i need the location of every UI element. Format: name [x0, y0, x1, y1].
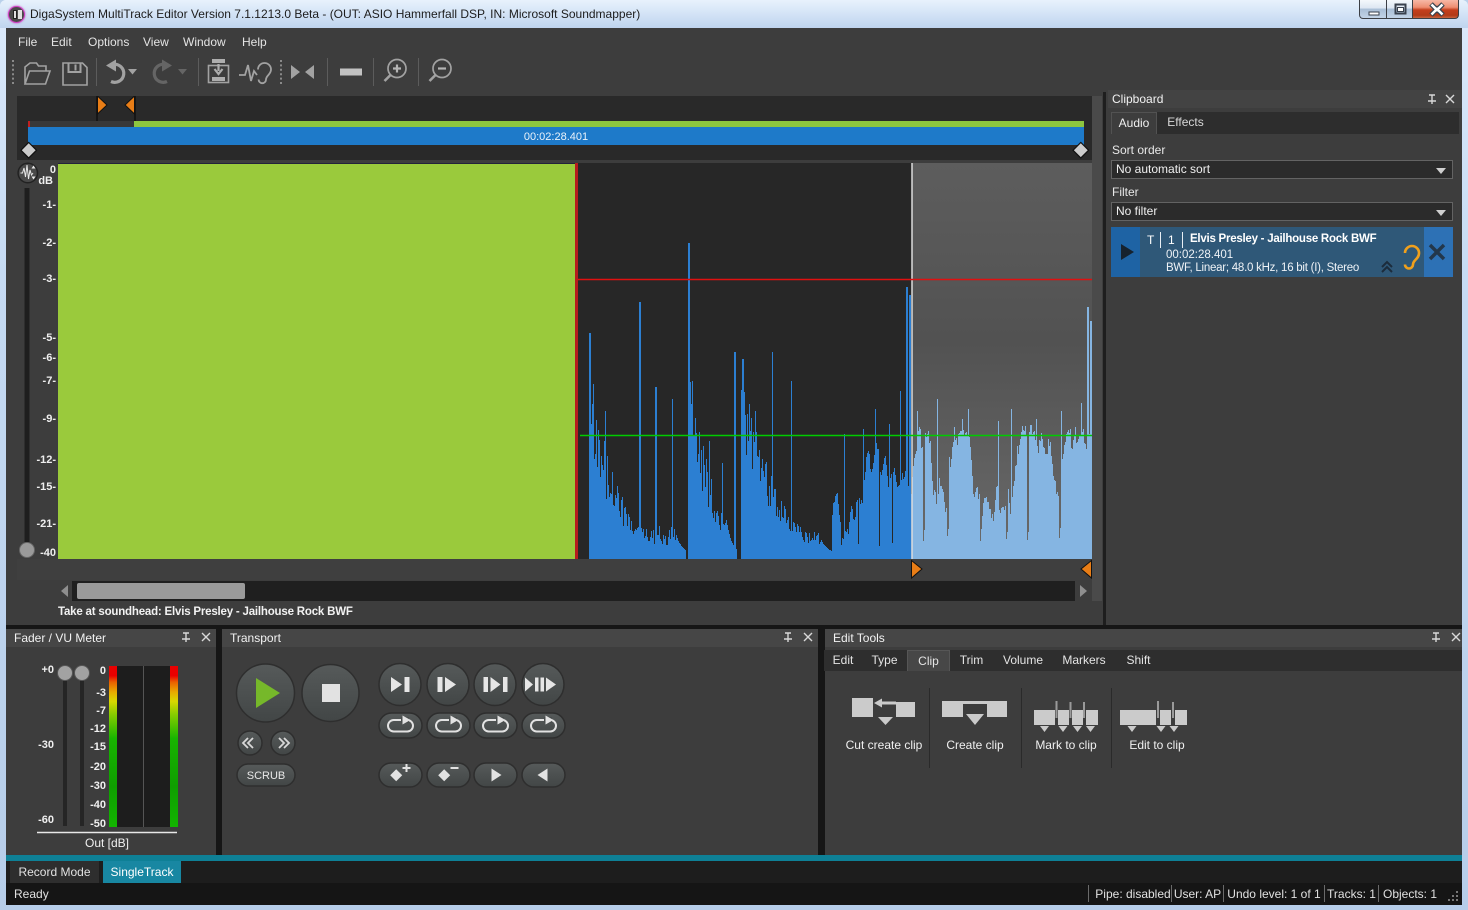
svg-text:-40: -40 — [90, 799, 106, 811]
svg-text:-60: -60 — [38, 814, 54, 826]
svg-text:-30: -30 — [90, 780, 106, 792]
svg-text:Create clip: Create clip — [946, 738, 1004, 752]
svg-text:-7: -7 — [96, 705, 106, 717]
svg-text:0: 0 — [100, 665, 106, 677]
svg-text:-3: -3 — [96, 687, 106, 699]
svg-text:SCRUB: SCRUB — [247, 770, 286, 782]
svg-text:00:02:28.401: 00:02:28.401 — [524, 131, 588, 143]
svg-text:+0: +0 — [41, 664, 54, 676]
svg-text:-15: -15 — [90, 741, 106, 753]
svg-text:-50: -50 — [90, 818, 106, 830]
svg-text:-12: -12 — [90, 723, 106, 735]
svg-text:Edit to clip: Edit to clip — [1129, 738, 1185, 752]
svg-text:Out [dB]: Out [dB] — [85, 836, 129, 850]
svg-text:-30: -30 — [38, 739, 54, 751]
svg-text:-20: -20 — [90, 761, 106, 773]
svg-text:Mark to clip: Mark to clip — [1035, 738, 1097, 752]
svg-text:Cut create clip: Cut create clip — [846, 738, 923, 752]
